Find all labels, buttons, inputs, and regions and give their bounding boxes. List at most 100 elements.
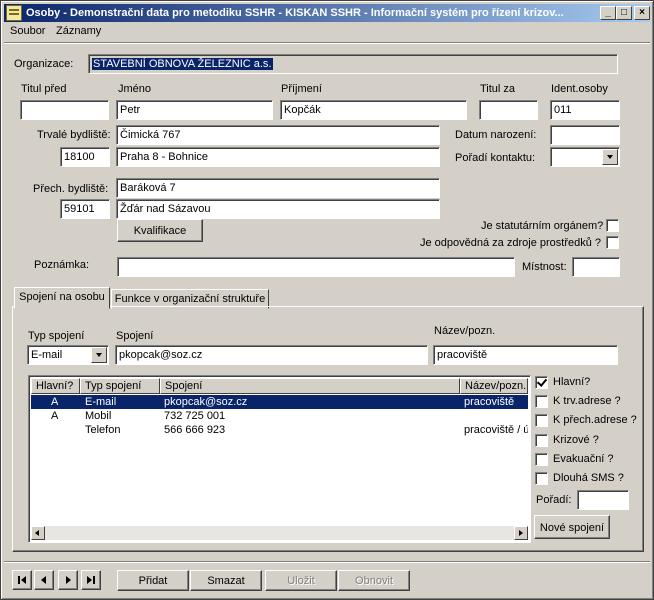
zdroje-checkbox[interactable]: [606, 236, 619, 249]
organizace-value: STAVEBNÍ OBNOVA ŽELEZNIC a.s.: [92, 58, 273, 70]
trvale-ulice-input[interactable]: Čimická 767: [116, 125, 440, 145]
jmeno-input[interactable]: Petr: [116, 100, 273, 120]
organizace-label: Organizace:: [14, 58, 74, 70]
spojeni-grid[interactable]: Hlavní? Typ spojení Spojení Název/pozn. …: [28, 375, 531, 543]
menu-zaznamy[interactable]: Záznamy: [56, 25, 101, 37]
column-header-nazev[interactable]: Název/pozn.: [460, 378, 528, 394]
trv-adrese-label: K trv.adrese ?: [553, 395, 621, 407]
cell-spojeni: pkopcak@soz.cz: [164, 396, 248, 408]
nazev-input[interactable]: pracoviště: [433, 345, 618, 365]
prev-record-button[interactable]: [34, 570, 54, 590]
typ-spojeni-value: E-mail: [31, 349, 63, 361]
prech-ulice-input[interactable]: Baráková 7: [116, 178, 440, 198]
nazev-label: Název/pozn.: [434, 325, 496, 337]
hlavni-checkbox[interactable]: [535, 376, 548, 389]
ident-label: Ident.osoby: [551, 83, 608, 95]
window: Osoby - Demonstrační data pro metodiku S…: [0, 0, 654, 600]
trvale-mesto-input[interactable]: Praha 8 - Bohnice: [116, 147, 440, 167]
chevron-down-icon[interactable]: [602, 149, 618, 165]
datum-input[interactable]: [550, 125, 620, 145]
cell-typ: Mobil: [85, 410, 112, 422]
table-row[interactable]: A Mobil 732 725 001: [31, 409, 528, 423]
trvale-label: Trvalé bydliště:: [37, 129, 111, 141]
dlouha-sms-label: Dlouhá SMS ?: [553, 472, 624, 484]
poradi-kontaktu-label: Pořadí kontaktu:: [455, 152, 536, 164]
scroll-right-icon[interactable]: [514, 526, 528, 540]
nove-spojeni-button[interactable]: Nové spojení: [534, 515, 610, 539]
cell-nazev: pracoviště / ú: [464, 424, 528, 436]
poradi-input[interactable]: [577, 490, 629, 510]
window-title: Osoby - Demonstrační data pro metodiku S…: [26, 7, 564, 19]
evakuacni-checkbox[interactable]: [535, 453, 548, 466]
table-row[interactable]: Telefon 566 666 923 pracoviště / ú: [31, 423, 528, 437]
pridat-button[interactable]: Přidat: [117, 570, 189, 591]
poradi-label: Pořadí:: [536, 494, 572, 506]
bottom-separator: [4, 561, 650, 563]
tab-spojeni[interactable]: Spojení na osobu: [14, 287, 110, 309]
table-row[interactable]: A E-mail pkopcak@soz.cz pracoviště: [31, 395, 528, 409]
obnovit-button[interactable]: Obnovit: [338, 570, 410, 591]
spojeni-input[interactable]: pkopcak@soz.cz: [115, 345, 428, 365]
cell-nazev: pracoviště: [464, 396, 515, 408]
cell-typ: E-mail: [85, 396, 117, 408]
cell-hlavni: A: [51, 396, 59, 408]
poradi-kontaktu-select[interactable]: [550, 147, 620, 167]
prech-adrese-checkbox[interactable]: [535, 414, 548, 427]
cell-spojeni: 566 666 923: [164, 424, 226, 436]
chevron-down-icon[interactable]: [91, 347, 107, 363]
kvalifikace-button[interactable]: Kvalifikace: [117, 219, 203, 242]
jmeno-label: Jméno: [118, 83, 152, 95]
titul-pred-label: Titul před: [21, 83, 67, 95]
horizontal-scrollbar[interactable]: [31, 526, 528, 540]
title-bar: Osoby - Demonstrační data pro metodiku S…: [4, 4, 650, 22]
hlavni-check-label: Hlavní?: [553, 376, 591, 388]
prijmeni-label: Příjmení: [281, 83, 322, 95]
trvale-psc-input[interactable]: 18100: [60, 147, 110, 167]
column-header-hlavni[interactable]: Hlavní?: [31, 378, 80, 394]
spojeni-label: Spojení: [116, 330, 154, 342]
column-header-spojeni[interactable]: Spojení: [160, 378, 460, 394]
titul-pred-input[interactable]: [20, 100, 109, 120]
dlouha-sms-checkbox[interactable]: [535, 472, 548, 485]
first-record-button[interactable]: [12, 570, 32, 590]
datum-label: Datum narození:: [455, 129, 537, 141]
menu-separator: [4, 42, 650, 44]
trv-adrese-checkbox[interactable]: [535, 395, 548, 408]
menu-bar: Soubor Záznamy: [4, 23, 650, 41]
scroll-left-icon[interactable]: [31, 526, 45, 540]
statutarni-label: Je statutárním orgánem?: [481, 220, 604, 232]
next-record-button[interactable]: [58, 570, 78, 590]
minimize-button[interactable]: _: [600, 6, 616, 20]
cell-typ: Telefon: [85, 424, 121, 436]
krizove-label: Krizové ?: [553, 434, 599, 446]
maximize-button[interactable]: □: [616, 6, 632, 20]
last-record-button[interactable]: [81, 570, 101, 590]
mistnost-input[interactable]: [572, 257, 620, 277]
prech-adrese-label: K přech.adrese ?: [553, 414, 637, 426]
typ-spojeni-label: Typ spojení: [28, 330, 85, 342]
smazat-button[interactable]: Smazat: [190, 570, 262, 591]
statutarni-checkbox[interactable]: [606, 219, 619, 232]
evakuacni-label: Evakuační ?: [553, 453, 614, 465]
app-icon: [6, 5, 22, 21]
typ-spojeni-select[interactable]: E-mail: [27, 345, 109, 365]
poznamka-input[interactable]: [117, 257, 515, 277]
titul-za-input[interactable]: [479, 100, 538, 120]
close-button[interactable]: ×: [634, 6, 650, 20]
mistnost-label: Místnost:: [522, 261, 567, 273]
krizove-checkbox[interactable]: [535, 434, 548, 447]
ulozit-button[interactable]: Uložit: [265, 570, 337, 591]
menu-soubor[interactable]: Soubor: [10, 25, 45, 37]
prech-label: Přech. bydliště:: [33, 183, 109, 195]
cell-spojeni: 732 725 001: [164, 410, 226, 422]
titul-za-label: Titul za: [480, 83, 516, 95]
ident-input[interactable]: 011: [550, 100, 620, 120]
prech-mesto-input[interactable]: Žďár nad Sázavou: [116, 199, 440, 219]
organizace-field[interactable]: STAVEBNÍ OBNOVA ŽELEZNIC a.s.: [88, 54, 618, 74]
zdroje-label: Je odpovědná za zdroje prostředků ?: [420, 237, 602, 249]
column-header-typ[interactable]: Typ spojení: [80, 378, 160, 394]
prech-psc-input[interactable]: 59101: [60, 199, 110, 219]
cell-hlavni: A: [51, 410, 59, 422]
prijmeni-input[interactable]: Kopčák: [280, 100, 467, 120]
poznamka-label: Poznámka:: [34, 259, 90, 271]
